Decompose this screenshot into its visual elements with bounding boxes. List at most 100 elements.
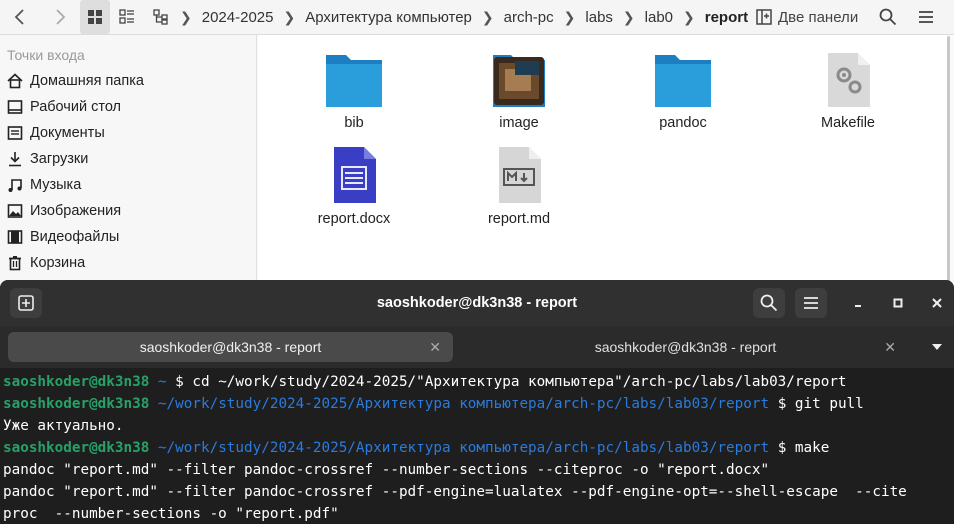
- terminal-search-button[interactable]: [753, 288, 785, 318]
- sidebar-item-trash[interactable]: Корзина: [6, 251, 85, 275]
- breadcrumb-item[interactable]: lab0: [637, 0, 681, 34]
- word-document-icon: [334, 147, 376, 203]
- scrollbar[interactable]: [947, 36, 950, 286]
- sidebar-item-downloads[interactable]: Загрузки: [6, 147, 88, 171]
- breadcrumb-separator: ❯: [622, 8, 635, 25]
- sidebar-item-label: Домашняя папка: [30, 73, 144, 89]
- sidebar-item-label: Музыка: [30, 177, 82, 193]
- pictures-icon: [6, 202, 24, 220]
- breadcrumb-current[interactable]: report: [697, 0, 756, 34]
- menu-button[interactable]: [910, 0, 942, 34]
- terminal-menu-button[interactable]: [795, 288, 827, 318]
- folder-icon: [655, 55, 711, 107]
- maximize-button[interactable]: [882, 288, 914, 318]
- split-view-label: Две панели: [778, 8, 859, 26]
- file-name: image: [499, 115, 539, 131]
- sidebar-heading: Точки входа: [7, 47, 85, 63]
- sidebar-item-label: Загрузки: [30, 151, 89, 167]
- terminal-tab[interactable]: saoshkoder@dk3n38 - report ✕: [8, 332, 453, 362]
- search-icon: [879, 8, 897, 26]
- hamburger-icon: [919, 11, 933, 23]
- documents-icon: [6, 124, 24, 142]
- terminal-tab[interactable]: saoshkoder@dk3n38 - report ✕: [463, 332, 908, 362]
- file-item[interactable]: report.md: [454, 145, 584, 227]
- sidebar-item-label: Изображения: [30, 203, 122, 219]
- file-name: pandoc: [659, 115, 707, 131]
- forward-icon: [56, 9, 66, 25]
- close-tab-icon[interactable]: ✕: [884, 332, 896, 362]
- markdown-icon: [499, 147, 541, 203]
- back-icon: [14, 9, 24, 25]
- breadcrumb-separator: ❯: [683, 8, 695, 25]
- folder-icon: [326, 55, 382, 107]
- trash-icon: [6, 254, 24, 272]
- tab-label: saoshkoder@dk3n38 - report: [139, 339, 322, 355]
- sidebar-item-videos[interactable]: Видеофайлы: [6, 225, 119, 249]
- breadcrumb-item[interactable]: 2024-2025: [194, 0, 282, 34]
- prompt-command: $ cd ~/work/study/2024-2025/"Архитектура…: [175, 374, 847, 390]
- terminal-line: proc --number-sections -o "report.pdf": [3, 506, 339, 522]
- music-icon: [6, 176, 24, 194]
- file-item[interactable]: image: [454, 51, 584, 131]
- breadcrumb-item[interactable]: labs: [577, 0, 621, 34]
- maximize-icon: [893, 298, 903, 308]
- tree-view-icon: [153, 9, 168, 25]
- breadcrumb-item[interactable]: arch-pc: [496, 0, 562, 34]
- file-item[interactable]: report.docx: [289, 145, 419, 227]
- compact-view-button[interactable]: [110, 0, 144, 34]
- prompt-path: ~/work/study/2024-2025/Архитектура компь…: [149, 396, 778, 412]
- home-icon: [6, 72, 24, 90]
- terminal-line: saoshkoder@dk3n38 ~/work/study/2024-2025…: [3, 393, 954, 415]
- breadcrumb-item[interactable]: Архитектура компьютер: [297, 0, 480, 34]
- minimize-button[interactable]: [842, 288, 874, 318]
- terminal-tab-bar: saoshkoder@dk3n38 - report ✕ saoshkoder@…: [0, 326, 954, 368]
- sidebar-item-pictures[interactable]: Изображения: [6, 199, 121, 223]
- split-panel-icon: [756, 9, 772, 25]
- places-sidebar: Точки входа Домашняя папка Рабочий стол …: [0, 35, 257, 290]
- prompt-user: saoshkoder@dk3n38: [3, 440, 150, 456]
- file-name: bib: [344, 115, 364, 131]
- prompt-user: saoshkoder@dk3n38: [3, 374, 150, 390]
- sidebar-item-documents[interactable]: Документы: [6, 121, 105, 145]
- minimize-icon: [855, 305, 861, 307]
- file-name: report.md: [487, 211, 551, 227]
- grid-icon: [88, 10, 102, 24]
- file-item[interactable]: Makefile: [783, 51, 913, 131]
- image-folder-icon: [493, 55, 545, 107]
- videos-icon: [6, 228, 24, 246]
- makefile-gear-icon: [828, 53, 870, 107]
- close-icon: [932, 298, 942, 308]
- hamburger-icon: [804, 297, 818, 309]
- icon-view-button[interactable]: [80, 0, 110, 34]
- terminal-window: saoshkoder@dk3n38 - report saoshkoder@dk…: [0, 280, 954, 524]
- tab-list-button[interactable]: [930, 339, 950, 355]
- terminal-line: saoshkoder@dk3n38 ~ $ cd ~/work/study/20…: [3, 371, 954, 393]
- prompt-path: ~: [149, 374, 176, 390]
- terminal-line: Уже актуально.: [3, 418, 124, 434]
- back-button[interactable]: [0, 0, 40, 34]
- sidebar-item-label: Документы: [30, 125, 105, 141]
- terminal-line: pandoc "report.md" --filter pandoc-cross…: [3, 462, 770, 478]
- sidebar-item-home[interactable]: Домашняя папка: [6, 69, 144, 93]
- terminal-output[interactable]: saoshkoder@dk3n38 ~ $ cd ~/work/study/20…: [0, 368, 954, 524]
- tree-view-button[interactable]: [144, 0, 178, 34]
- file-manager-window: ❯ 2024-2025 ❯ Архитектура компьютер ❯ ar…: [0, 0, 954, 290]
- breadcrumb-separator: ❯: [180, 8, 192, 25]
- terminal-line: saoshkoder@dk3n38 ~/work/study/2024-2025…: [3, 437, 954, 459]
- breadcrumb-separator: ❯: [563, 8, 576, 25]
- file-item[interactable]: bib: [289, 51, 419, 131]
- prompt-user: saoshkoder@dk3n38: [3, 396, 150, 412]
- close-button[interactable]: [921, 288, 953, 318]
- search-button[interactable]: [876, 0, 900, 34]
- downloads-icon: [6, 150, 24, 168]
- close-tab-icon[interactable]: ✕: [429, 332, 441, 362]
- file-item[interactable]: pandoc: [618, 51, 748, 131]
- sidebar-item-desktop[interactable]: Рабочий стол: [6, 95, 121, 119]
- sidebar-item-label: Корзина: [30, 255, 86, 271]
- forward-button[interactable]: [40, 0, 80, 34]
- file-manager-toolbar: ❯ 2024-2025 ❯ Архитектура компьютер ❯ ar…: [0, 0, 954, 34]
- file-name: report.docx: [317, 211, 391, 227]
- split-view-button[interactable]: Две панели: [756, 0, 896, 34]
- file-name: Makefile: [821, 115, 875, 131]
- sidebar-item-music[interactable]: Музыка: [6, 173, 81, 197]
